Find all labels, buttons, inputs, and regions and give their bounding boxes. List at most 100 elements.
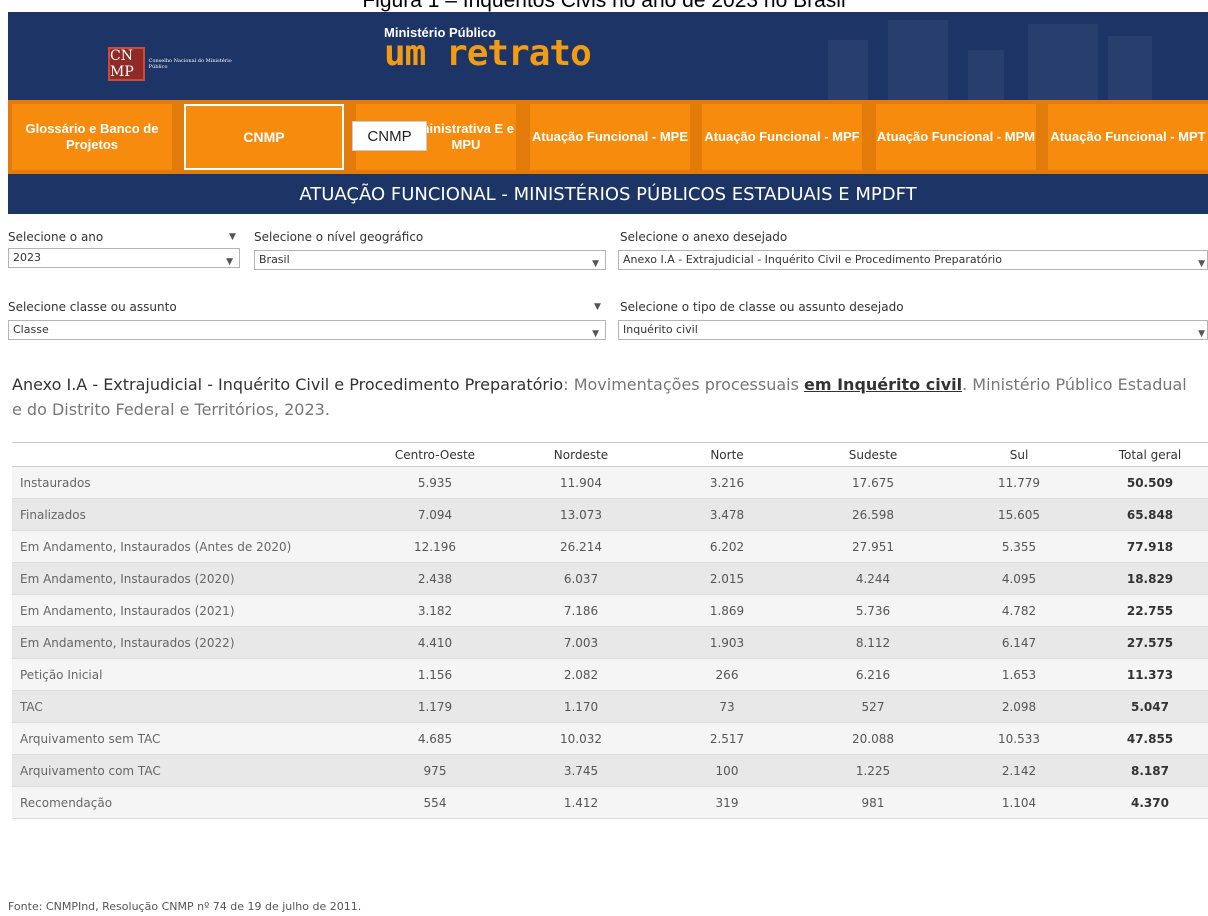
column-header[interactable]: Sudeste — [800, 442, 946, 467]
year-filter-menu-icon[interactable]: ▼ — [229, 232, 236, 242]
table-cell: 27.951 — [800, 530, 946, 563]
table-cell: 319 — [654, 786, 800, 819]
classe-filter-menu-icon[interactable]: ▼ — [594, 302, 601, 312]
section-title: ATUAÇÃO FUNCIONAL - MINISTÉRIOS PÚBLICOS… — [8, 174, 1208, 214]
table-cell: 2.142 — [946, 754, 1092, 787]
column-header[interactable]: Centro-Oeste — [362, 442, 508, 467]
column-header[interactable]: Total geral — [1092, 442, 1208, 467]
table-cell: 3.478 — [654, 498, 800, 531]
table-cell: 12.196 — [362, 530, 508, 563]
brand-title: um retrato — [384, 33, 592, 74]
row-label: Em Andamento, Instaurados (Antes de 2020… — [12, 530, 362, 563]
table-cell: 4.410 — [362, 626, 508, 659]
table-cell: 73 — [654, 690, 800, 723]
table-row[interactable]: Em Andamento, Instaurados (Antes de 2020… — [12, 530, 1208, 563]
column-header[interactable]: Nordeste — [508, 442, 654, 467]
table-row[interactable]: Arquivamento sem TAC 4.685 10.032 2.517 20.0… — [12, 722, 1208, 755]
table-cell: 5.355 — [946, 530, 1092, 563]
year-select[interactable]: 2023 ▼ — [8, 248, 240, 268]
column-header[interactable]: Norte — [654, 442, 800, 467]
table-cell: 7.186 — [508, 594, 654, 627]
annex-select[interactable]: Anexo I.A - Extrajudicial - Inquérito Ci… — [618, 250, 1208, 270]
table-row[interactable]: TAC 1.179 1.170 73 527 2.098 5.047 — [12, 690, 1208, 723]
table-cell: 2.438 — [362, 562, 508, 595]
table-row[interactable]: Em Andamento, Instaurados (2022) 4.410 7.0… — [12, 626, 1208, 659]
row-label: Petição Inicial — [12, 658, 362, 691]
table-cell: 11.779 — [946, 466, 1092, 499]
geo-select-value: Brasil — [259, 253, 290, 266]
row-label: TAC — [12, 690, 362, 723]
row-label: Em Andamento, Instaurados (2020) — [12, 562, 362, 595]
figure-title: Figura 1 – Inquéritos Civis no ano de 20… — [362, 0, 846, 12]
cnmp-logo-text: Conselho Nacional do Ministério Público — [148, 58, 232, 70]
nav-atuacao-mpf[interactable]: Atuação Funcional - MPF — [702, 104, 862, 170]
chevron-down-icon: ▼ — [1198, 259, 1205, 269]
row-label: Arquivamento sem TAC — [12, 722, 362, 755]
data-table: Centro-Oeste Nordeste Norte Sudeste Sul Total… — [12, 442, 1208, 819]
table-row[interactable]: Arquivamento com TAC 975 3.745 100 1.225 2.14… — [12, 754, 1208, 787]
nav-atuacao-mpm[interactable]: Atuação Funcional - MPM — [876, 104, 1036, 170]
row-label: Arquivamento com TAC — [12, 754, 362, 787]
table-cell: 1.869 — [654, 594, 800, 627]
table-cell: 4.244 — [800, 562, 946, 595]
table-cell: 5.736 — [800, 594, 946, 627]
table-cell: 47.855 — [1092, 722, 1208, 755]
table-cell: 5.935 — [362, 466, 508, 499]
table-cell: 1.156 — [362, 658, 508, 691]
nav-cnmp[interactable]: CNMP — [184, 104, 344, 170]
year-select-value: 2023 — [13, 251, 41, 264]
table-cell: 981 — [800, 786, 946, 819]
table-cell: 13.073 — [508, 498, 654, 531]
table-cell: 4.370 — [1092, 786, 1208, 819]
nav-atuacao-mpe[interactable]: Atuação Funcional - MPE — [530, 104, 690, 170]
year-filter-label: Selecione o ano — [8, 230, 104, 244]
cnmp-logo[interactable]: CN MP Conselho Nacional do Ministério Pú… — [108, 46, 248, 82]
table-cell: 6.147 — [946, 626, 1092, 659]
table-row[interactable]: Em Andamento, Instaurados (2020) 2.438 6.0… — [12, 562, 1208, 595]
chevron-down-icon: ▼ — [1198, 329, 1205, 339]
table-cell: 17.675 — [800, 466, 946, 499]
table-row[interactable]: Finalizados 7.094 13.073 3.478 26.598 15.605 6… — [12, 498, 1208, 531]
table-cell: 18.829 — [1092, 562, 1208, 595]
table-cell: 15.605 — [946, 498, 1092, 531]
table-cell: 27.575 — [1092, 626, 1208, 659]
table-cell: 77.918 — [1092, 530, 1208, 563]
chevron-down-icon: ▼ — [592, 329, 599, 339]
table-cell: 2.517 — [654, 722, 800, 755]
table-row[interactable]: Instaurados 5.935 11.904 3.216 17.675 11.779 5… — [12, 466, 1208, 499]
table-row[interactable]: Em Andamento, Instaurados (2021) 3.182 7.1… — [12, 594, 1208, 627]
chevron-down-icon: ▼ — [226, 257, 233, 267]
table-cell: 10.533 — [946, 722, 1092, 755]
table-cell: 11.904 — [508, 466, 654, 499]
table-cell: 3.182 — [362, 594, 508, 627]
column-header-empty[interactable] — [12, 442, 362, 467]
nav-glossario[interactable]: Glossário e Banco de Projetos — [12, 104, 172, 170]
table-row[interactable]: Petição Inicial 1.156 2.082 266 6.216 1.653 11… — [12, 658, 1208, 691]
table-cell: 1.179 — [362, 690, 508, 723]
table-cell: 65.848 — [1092, 498, 1208, 531]
table-cell: 11.373 — [1092, 658, 1208, 691]
table-cell: 4.685 — [362, 722, 508, 755]
classe-select[interactable]: Classe ▼ — [8, 320, 606, 340]
table-cell: 1.653 — [946, 658, 1092, 691]
chevron-down-icon: ▼ — [592, 259, 599, 269]
tipo-select[interactable]: Inquérito civil ▼ — [618, 320, 1208, 340]
row-label: Em Andamento, Instaurados (2022) — [12, 626, 362, 659]
tipo-select-value: Inquérito civil — [623, 323, 698, 336]
main-nav: Glossário e Banco de Projetos CNMP minis… — [8, 100, 1208, 174]
annex-filter-label: Selecione o anexo desejado — [620, 230, 788, 244]
nav-tooltip: CNMP — [352, 121, 427, 151]
table-cell: 6.037 — [508, 562, 654, 595]
table-cell: 6.216 — [800, 658, 946, 691]
table-title-annex: Anexo I.A - Extrajudicial - Inquérito Ci… — [12, 375, 564, 394]
nav-atuacao-mpt[interactable]: Atuação Funcional - MPT — [1048, 104, 1208, 170]
table-row[interactable]: Recomendação 554 1.412 319 981 1.104 4.370 — [12, 786, 1208, 819]
geo-select[interactable]: Brasil ▼ — [254, 250, 606, 270]
geo-filter-label: Selecione o nível geográfico — [254, 230, 424, 244]
table-title-link[interactable]: em Inquérito civil — [804, 375, 962, 394]
table-cell: 1.170 — [508, 690, 654, 723]
table-cell: 8.187 — [1092, 754, 1208, 787]
annex-select-value: Anexo I.A - Extrajudicial - Inquérito Ci… — [623, 253, 1002, 266]
table-cell: 1.104 — [946, 786, 1092, 819]
column-header[interactable]: Sul — [946, 442, 1092, 467]
